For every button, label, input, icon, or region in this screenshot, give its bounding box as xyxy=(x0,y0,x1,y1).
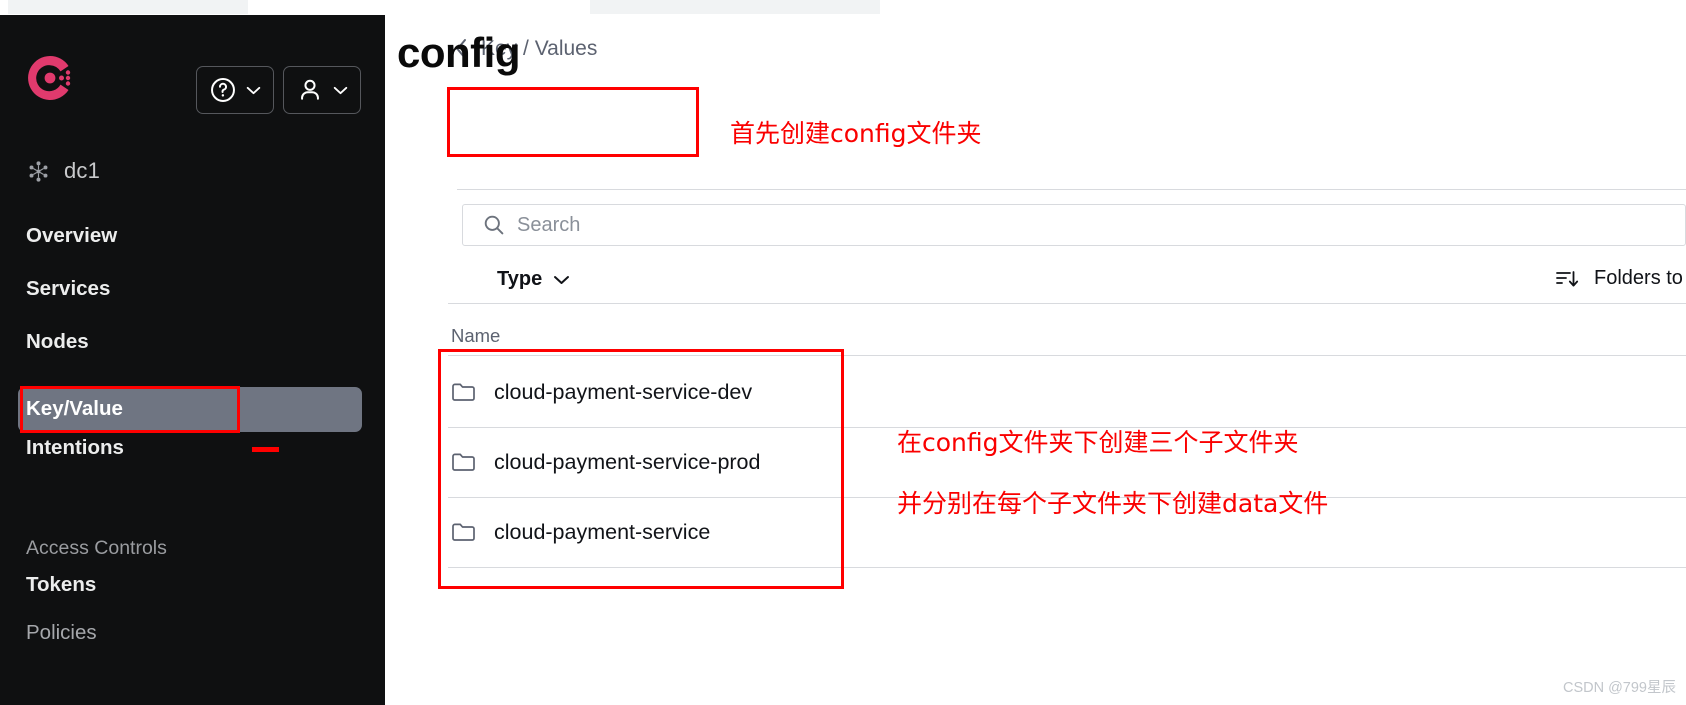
annotation-box-key-value xyxy=(20,386,240,433)
consul-logo-icon[interactable] xyxy=(24,52,76,104)
sidebar-item-label: Tokens xyxy=(26,573,97,596)
annotation-list-note-1: 在config文件夹下创建三个子文件夹 xyxy=(897,428,1299,457)
sidebar-item-services[interactable]: Services xyxy=(0,268,385,310)
search-placeholder: Search xyxy=(517,213,581,236)
browser-toolbar-icons[interactable] xyxy=(1498,0,1678,14)
browser-tab-row xyxy=(0,0,1686,14)
chevron-down-icon xyxy=(246,86,261,94)
annotation-box-folder-list xyxy=(438,349,844,589)
type-filter-label: Type xyxy=(497,268,543,290)
chevron-down-icon xyxy=(554,275,570,284)
divider xyxy=(457,189,1686,190)
sidebar-item-tokens[interactable]: Tokens xyxy=(0,564,385,606)
annotation-box-page-title xyxy=(447,87,699,157)
search-input[interactable]: Search xyxy=(462,204,1686,246)
sidebar: dc1 Overview Services Nodes Key/Value In… xyxy=(0,15,385,705)
main-content: Key / Values config 首先创建config文件夹 Search… xyxy=(385,15,1686,705)
datacenter-label: dc1 xyxy=(64,158,101,183)
search-icon xyxy=(484,215,504,235)
sidebar-item-label: Overview xyxy=(26,224,118,247)
user-icon xyxy=(301,79,319,100)
sidebar-item-label: Policies xyxy=(26,621,97,644)
type-filter-dropdown[interactable]: Type xyxy=(497,268,570,291)
sidebar-item-label: Services xyxy=(26,277,111,300)
divider xyxy=(448,303,1686,304)
datacenter-selector[interactable]: dc1 xyxy=(26,158,100,184)
browser-tab-active[interactable] xyxy=(254,0,584,14)
annotation-dash-marker xyxy=(252,447,279,452)
page-title: config xyxy=(397,29,520,76)
sort-descending-icon xyxy=(1556,270,1579,286)
user-menu-button[interactable] xyxy=(283,66,361,114)
annotation-list-note-2: 并分别在每个子文件夹下创建data文件 xyxy=(897,489,1329,518)
sidebar-group-access-controls: Access Controls xyxy=(0,527,385,569)
question-circle-icon xyxy=(211,78,235,102)
help-menu-button[interactable] xyxy=(196,66,274,114)
sidebar-item-label: Intentions xyxy=(26,436,124,459)
sort-control-label: Folders to xyxy=(1594,267,1683,289)
browser-tab[interactable] xyxy=(590,0,880,14)
sidebar-group-label: Access Controls xyxy=(26,536,167,559)
watermark: CSDN @799星辰 xyxy=(1562,680,1676,696)
sort-control[interactable]: Folders to xyxy=(1555,267,1686,290)
sidebar-item-nodes[interactable]: Nodes xyxy=(0,321,385,363)
datacenter-icon xyxy=(29,160,48,182)
annotation-title-note: 首先创建config文件夹 xyxy=(730,119,982,148)
sidebar-item-overview[interactable]: Overview xyxy=(0,215,385,257)
browser-tab[interactable] xyxy=(8,0,248,14)
column-header-name: Name xyxy=(451,325,501,346)
sidebar-item-policies[interactable]: Policies xyxy=(0,612,385,654)
sidebar-item-intentions[interactable]: Intentions xyxy=(0,427,385,469)
sidebar-item-label: Nodes xyxy=(26,330,89,353)
browser-chrome-strip xyxy=(0,0,1686,15)
chevron-down-icon xyxy=(333,86,348,94)
